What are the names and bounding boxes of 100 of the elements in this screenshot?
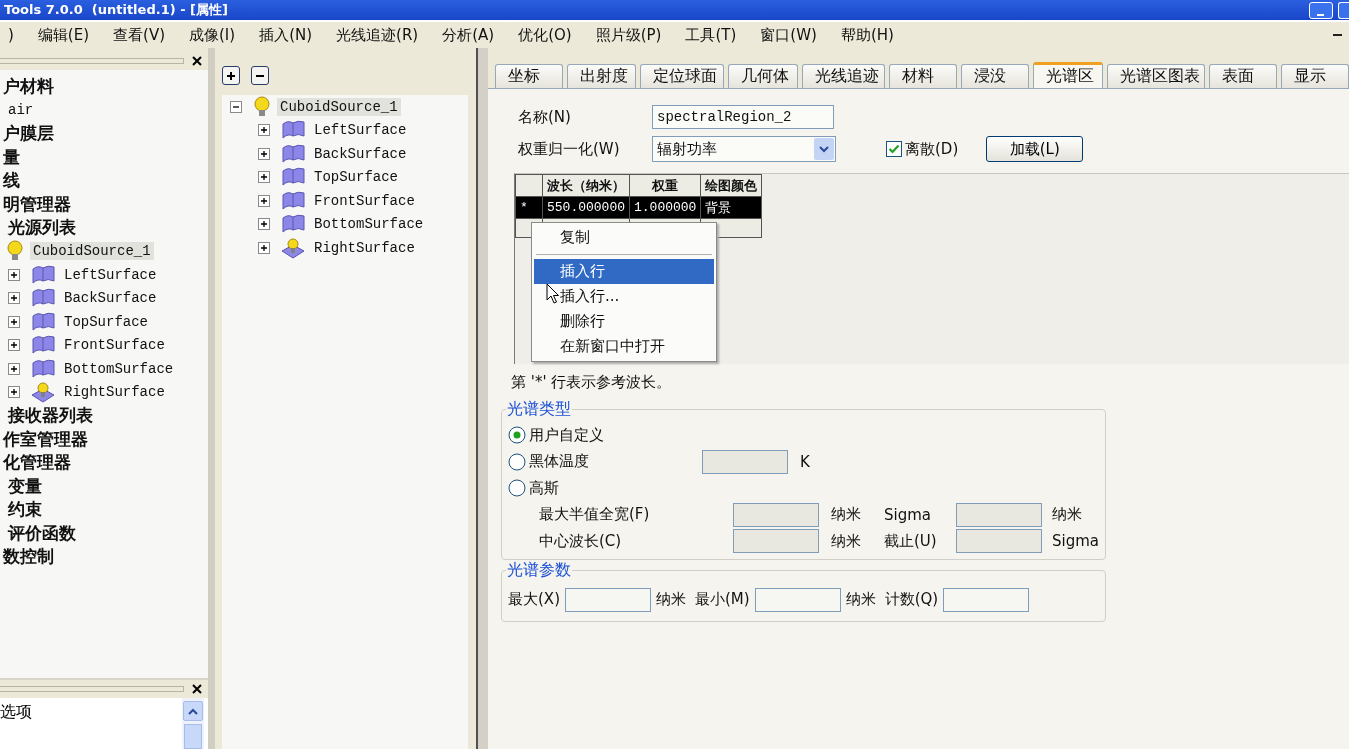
tab[interactable]: 坐标: [495, 64, 563, 88]
tree-item[interactable]: BackSurface: [61, 289, 160, 308]
text-field[interactable]: [565, 587, 651, 612]
tab[interactable]: 浸没: [961, 64, 1030, 88]
tree-item[interactable]: FrontSurface: [311, 191, 418, 210]
tab[interactable]: 光线追迹: [801, 64, 886, 88]
scroll-up-button[interactable]: [183, 701, 203, 721]
tree-item[interactable]: 线: [0, 168, 23, 194]
tab[interactable]: 光谱区: [1033, 62, 1103, 88]
expand-icon[interactable]: [258, 171, 270, 184]
expand-icon[interactable]: [8, 362, 20, 375]
menu-item[interactable]: 窗口(W): [752, 25, 825, 45]
expand-icon[interactable]: [258, 241, 270, 254]
tree-item[interactable]: 作室管理器: [0, 426, 91, 452]
expand-icon[interactable]: [8, 292, 20, 305]
column-header: 绘图颜色: [700, 174, 762, 197]
minimize-button[interactable]: [1309, 1, 1333, 19]
radio-button[interactable]: [508, 479, 526, 498]
minimize-icon[interactable]: [1333, 33, 1343, 37]
tab[interactable]: 出射度: [567, 64, 637, 88]
scrollbar-thumb[interactable]: [184, 724, 202, 749]
tree-item[interactable]: 量: [0, 144, 23, 170]
tree-item[interactable]: FrontSurface: [61, 336, 168, 355]
tab[interactable]: 显示: [1280, 64, 1349, 88]
menu-item[interactable]: 在新窗口中打开: [534, 334, 714, 359]
tree-item[interactable]: 评价函数: [5, 520, 79, 546]
expand-icon[interactable]: [258, 194, 270, 207]
menu-item[interactable]: 帮助(H): [832, 25, 902, 45]
radio-label[interactable]: 高斯: [529, 478, 559, 498]
tree-item[interactable]: BottomSurface: [311, 215, 427, 234]
menu-item[interactable]: ): [0, 26, 22, 44]
expand-icon[interactable]: [258, 147, 270, 160]
tree-item[interactable]: 数控制: [0, 544, 57, 570]
tab[interactable]: 表面: [1208, 64, 1277, 88]
tree-item[interactable]: 变量: [5, 473, 45, 499]
menu-item[interactable]: 编辑(E): [29, 25, 98, 45]
window-button[interactable]: [1338, 1, 1349, 19]
expand-icon[interactable]: [258, 218, 270, 231]
collapse-icon[interactable]: [230, 100, 242, 113]
tree-item[interactable]: RightSurface: [61, 383, 168, 402]
menu-item[interactable]: 分析(A): [434, 25, 503, 45]
expand-icon[interactable]: [258, 124, 270, 137]
tab[interactable]: 光谱区图表: [1106, 64, 1205, 88]
radio-label[interactable]: 用户自定义: [529, 425, 604, 445]
menu-item[interactable]: 照片级(P): [587, 25, 670, 45]
menu-item[interactable]: 成像(I): [181, 25, 244, 45]
tree-item[interactable]: BottomSurface: [61, 359, 177, 378]
checkbox[interactable]: [886, 141, 902, 157]
load-button[interactable]: 加载(L): [986, 136, 1084, 162]
surface-icon: [30, 263, 56, 286]
tree-item[interactable]: LeftSurface: [61, 265, 160, 284]
menu-item[interactable]: 插入行...: [534, 284, 714, 309]
menu-item[interactable]: 查看(V): [105, 25, 173, 45]
tree-item[interactable]: 户膜层: [0, 121, 57, 147]
checkbox-label[interactable]: 离散(D): [905, 139, 959, 159]
surface-icon: [280, 213, 306, 236]
name-field[interactable]: spectralRegion_2: [652, 105, 834, 129]
tree-item[interactable]: air: [5, 101, 37, 120]
menu-item[interactable]: 光线追迹(R): [328, 25, 427, 45]
tree-item[interactable]: RightSurface: [311, 238, 418, 257]
tree-item[interactable]: 光源列表: [5, 215, 79, 241]
tree-item[interactable]: LeftSurface: [311, 121, 410, 140]
tree-item[interactable]: CuboidSource_1: [277, 97, 401, 116]
collapse-all-button[interactable]: [251, 66, 269, 85]
expand-icon[interactable]: [8, 386, 20, 399]
menu-item[interactable]: 优化(O): [510, 25, 580, 45]
tree-item[interactable]: 化管理器: [0, 450, 74, 476]
unit-label: 纳米: [656, 590, 686, 609]
expand-icon[interactable]: [8, 339, 20, 352]
tree-item[interactable]: 接收器列表: [5, 403, 96, 429]
light-bulb-icon: [5, 240, 25, 263]
surface-icon: [30, 334, 56, 357]
tree-item[interactable]: TopSurface: [311, 168, 401, 187]
text-field[interactable]: [943, 587, 1030, 612]
expand-all-button[interactable]: [222, 66, 240, 85]
dropdown-field[interactable]: 辐射功率: [652, 136, 836, 162]
menu-item[interactable]: 插入行: [534, 259, 714, 284]
tree-item[interactable]: 明管理器: [0, 191, 74, 217]
tab[interactable]: 定位球面: [640, 64, 725, 88]
menu-item[interactable]: 复制: [534, 225, 714, 250]
expand-icon[interactable]: [8, 315, 20, 328]
menu-item[interactable]: 工具(T): [677, 25, 745, 45]
tab[interactable]: 几何体: [728, 64, 798, 88]
menu-item[interactable]: 插入(N): [251, 25, 321, 45]
text-field[interactable]: [754, 587, 841, 612]
tree-item[interactable]: 户材料: [0, 74, 57, 100]
radio-button[interactable]: [508, 426, 526, 445]
window-title: Tools 7.0.0 (untitled.1) - [属性]: [3, 1, 229, 19]
field-label: 截止(U): [884, 531, 938, 551]
tree-item[interactable]: TopSurface: [61, 312, 151, 331]
expand-icon[interactable]: [8, 268, 20, 281]
close-icon[interactable]: [192, 684, 202, 694]
menu-item[interactable]: 删除行: [534, 309, 714, 334]
surface-icon: [280, 142, 306, 165]
group-title: 光谱类型: [506, 399, 572, 420]
tab[interactable]: 材料: [889, 64, 958, 88]
tree-item[interactable]: 约束: [5, 497, 45, 523]
close-icon[interactable]: [192, 56, 202, 66]
tree-item[interactable]: BackSurface: [311, 144, 410, 163]
tree-item[interactable]: CuboidSource_1: [30, 242, 154, 261]
